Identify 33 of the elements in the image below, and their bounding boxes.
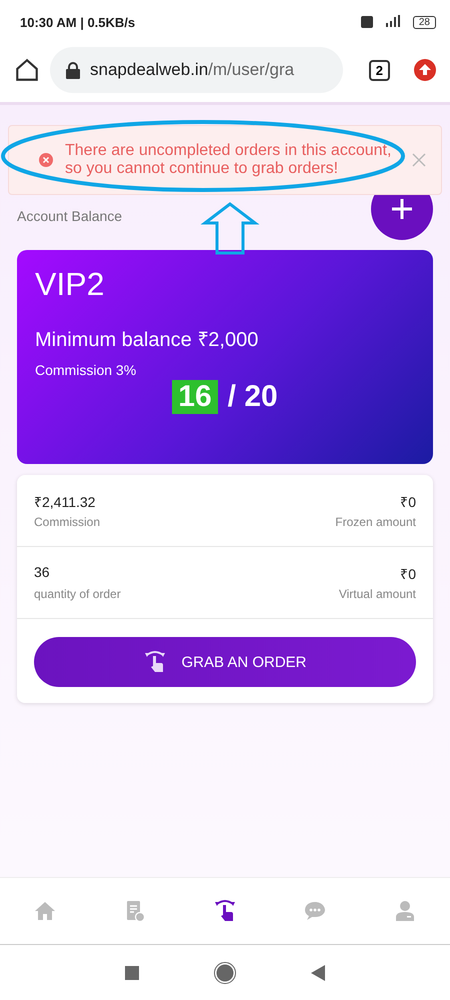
stat-label: Virtual amount: [338, 587, 416, 601]
home-button-icon[interactable]: [214, 962, 236, 984]
home-icon[interactable]: [14, 57, 40, 83]
error-icon: [39, 153, 53, 167]
person-icon: [393, 899, 417, 923]
home-icon: [33, 899, 57, 923]
account-balance-label: Account Balance: [17, 208, 122, 224]
chat-icon: [303, 899, 327, 923]
vip-level: VIP2: [35, 266, 106, 303]
stat-value: ₹0: [399, 493, 416, 511]
grab-order-button[interactable]: GRAB AN ORDER: [34, 637, 416, 687]
address-bar[interactable]: snapdealweb.in/m/user/gra: [50, 47, 343, 93]
minimum-balance: Minimum balance ₹2,000: [35, 328, 260, 352]
plus-icon: [392, 199, 412, 219]
lock-icon: [66, 62, 80, 78]
back-icon[interactable]: [311, 964, 325, 980]
status-time: 10:30 AM | 0.5KB/s: [20, 14, 136, 30]
commission-rate: Commission 3%: [35, 362, 138, 378]
completed-count: 16: [172, 380, 218, 414]
stat-label: Commission: [34, 515, 102, 529]
hand-tap-icon: [143, 650, 168, 674]
stat-label: Frozen amount: [334, 515, 416, 529]
stat-value: ₹0: [399, 565, 416, 583]
battery-level: 28: [412, 16, 436, 28]
total-count: / 20: [228, 380, 278, 414]
toast-message: There are uncompleted orders in this account, so you cannot continue to grab orders!: [65, 142, 392, 178]
stat-label: quantity of order: [34, 587, 122, 601]
stat-value: 36: [34, 564, 51, 582]
upload-icon[interactable]: [414, 59, 436, 81]
recents-icon[interactable]: [125, 966, 139, 980]
hand-tap-icon: [213, 899, 237, 923]
stat-value: ₹2,411.32: [34, 493, 96, 511]
tab-count[interactable]: 2: [368, 60, 390, 80]
